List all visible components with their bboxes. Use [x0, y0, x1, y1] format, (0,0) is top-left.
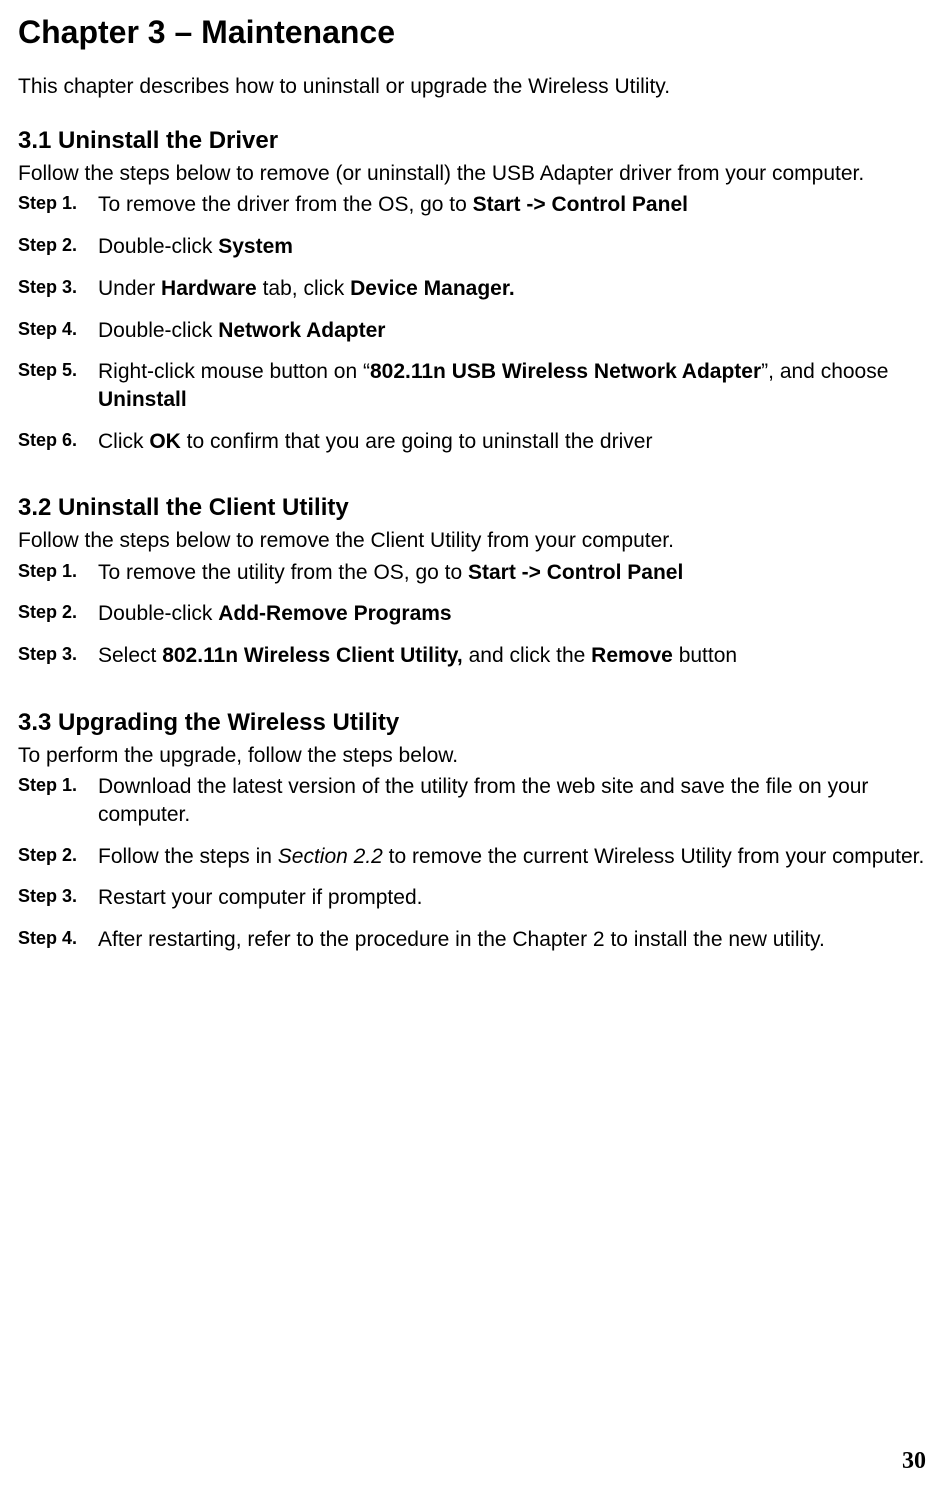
step-label: Step 1. — [18, 559, 98, 582]
step: Step 1. To remove the driver from the OS… — [18, 191, 926, 219]
step: Step 1. To remove the utility from the O… — [18, 559, 926, 587]
step-body: To remove the driver from the OS, go to … — [98, 191, 926, 219]
step: Step 6. Click OK to confirm that you are… — [18, 428, 926, 456]
step-body: Click OK to confirm that you are going t… — [98, 428, 926, 456]
page-number: 30 — [902, 1448, 926, 1475]
step: Step 5. Right-click mouse button on “802… — [18, 358, 926, 413]
step: Step 2. Double-click Add-Remove Programs — [18, 600, 926, 628]
step-body: After restarting, refer to the procedure… — [98, 926, 926, 954]
step: Step 3. Under Hardware tab, click Device… — [18, 275, 926, 303]
step: Step 4. Double-click Network Adapter — [18, 317, 926, 345]
step: Step 2. Double-click System — [18, 233, 926, 261]
step-body: Double-click System — [98, 233, 926, 261]
step-label: Step 1. — [18, 773, 98, 796]
step-label: Step 3. — [18, 275, 98, 298]
step-body: Double-click Network Adapter — [98, 317, 926, 345]
step: Step 2. Follow the steps in Section 2.2 … — [18, 843, 926, 871]
step-label: Step 2. — [18, 843, 98, 866]
step: Step 3. Select 802.11n Wireless Client U… — [18, 642, 926, 670]
section-heading: 3.3 Upgrading the Wireless Utility — [18, 708, 926, 738]
section-3-1: 3.1 Uninstall the Driver Follow the step… — [18, 126, 926, 455]
chapter-intro: This chapter describes how to uninstall … — [18, 73, 926, 100]
step-label: Step 3. — [18, 884, 98, 907]
step-body: Download the latest version of the utili… — [98, 773, 926, 828]
step-label: Step 1. — [18, 191, 98, 214]
section-heading: 3.2 Uninstall the Client Utility — [18, 493, 926, 523]
step-label: Step 6. — [18, 428, 98, 451]
step: Step 1. Download the latest version of t… — [18, 773, 926, 828]
section-lead: To perform the upgrade, follow the steps… — [18, 742, 926, 769]
step: Step 4. After restarting, refer to the p… — [18, 926, 926, 954]
step-body: Select 802.11n Wireless Client Utility, … — [98, 642, 926, 670]
step-body: Restart your computer if prompted. — [98, 884, 926, 912]
section-lead: Follow the steps below to remove the Cli… — [18, 527, 926, 554]
section-3-3: 3.3 Upgrading the Wireless Utility To pe… — [18, 708, 926, 954]
step-label: Step 5. — [18, 358, 98, 381]
chapter-title: Chapter 3 – Maintenance — [18, 14, 926, 51]
step-list: Step 1. To remove the utility from the O… — [18, 559, 926, 670]
step-body: Under Hardware tab, click Device Manager… — [98, 275, 926, 303]
step-list: Step 1. Download the latest version of t… — [18, 773, 926, 954]
section-lead: Follow the steps below to remove (or uni… — [18, 160, 926, 187]
step-label: Step 3. — [18, 642, 98, 665]
section-3-2: 3.2 Uninstall the Client Utility Follow … — [18, 493, 926, 669]
section-heading: 3.1 Uninstall the Driver — [18, 126, 926, 156]
step-list: Step 1. To remove the driver from the OS… — [18, 191, 926, 455]
step-label: Step 4. — [18, 926, 98, 949]
step: Step 3. Restart your computer if prompte… — [18, 884, 926, 912]
step-body: Right-click mouse button on “802.11n USB… — [98, 358, 926, 413]
step-label: Step 2. — [18, 600, 98, 623]
step-body: Double-click Add-Remove Programs — [98, 600, 926, 628]
step-body: To remove the utility from the OS, go to… — [98, 559, 926, 587]
step-body: Follow the steps in Section 2.2 to remov… — [98, 843, 926, 871]
step-label: Step 2. — [18, 233, 98, 256]
step-label: Step 4. — [18, 317, 98, 340]
